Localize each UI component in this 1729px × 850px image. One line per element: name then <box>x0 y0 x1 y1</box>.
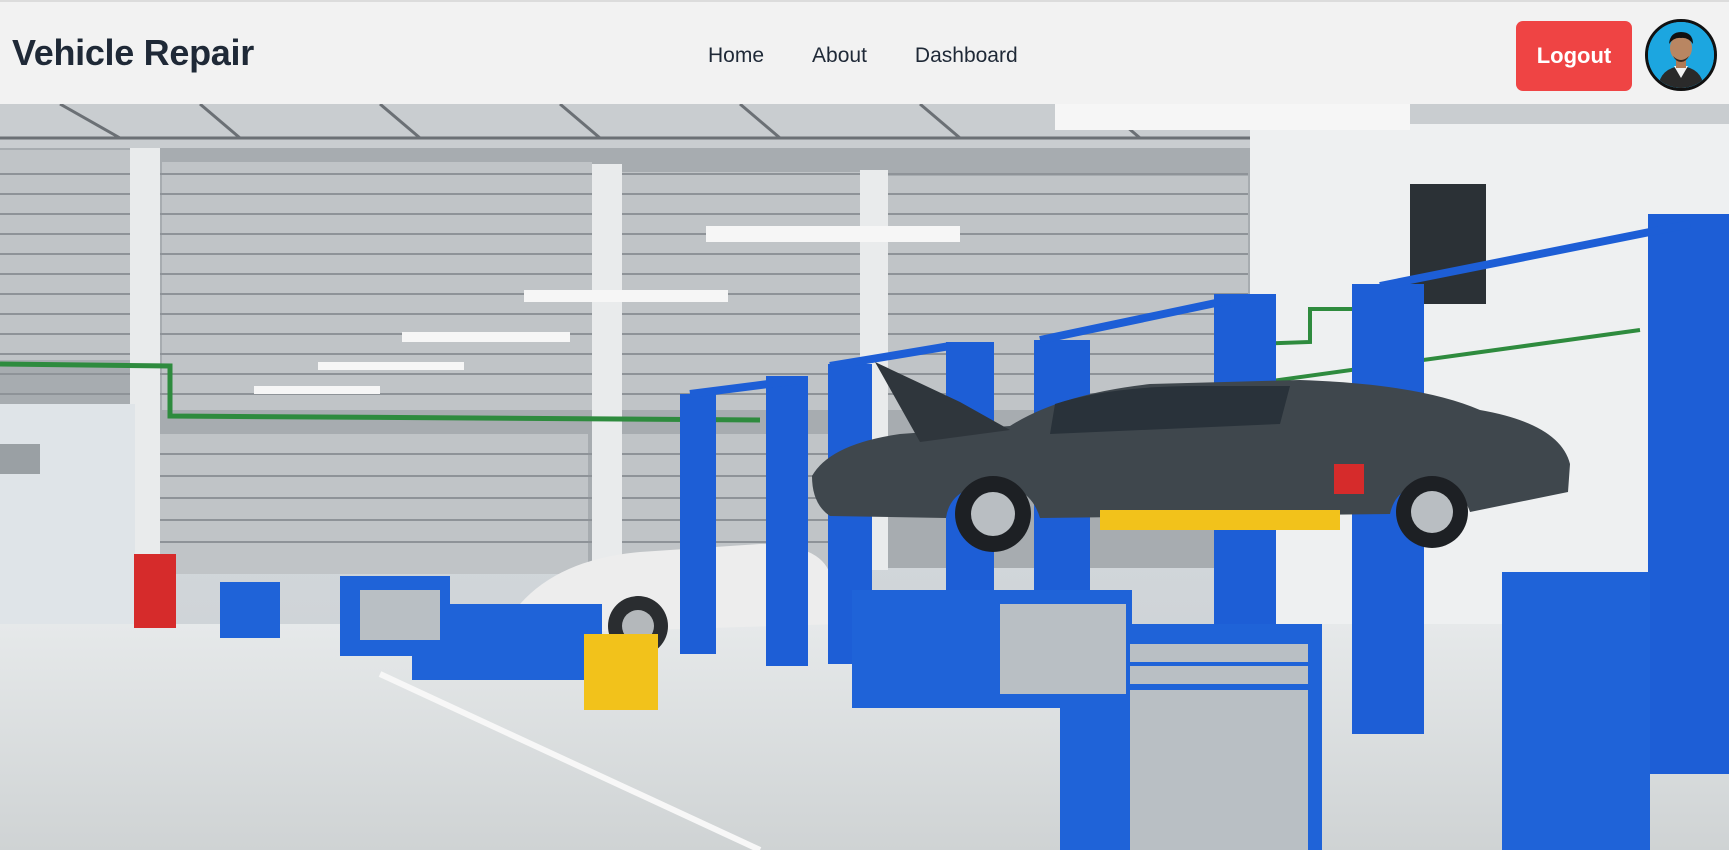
hero-image <box>0 104 1729 850</box>
avatar-photo-icon <box>1648 22 1714 88</box>
user-avatar[interactable] <box>1645 19 1717 91</box>
brand-title[interactable]: Vehicle Repair <box>12 32 254 74</box>
nav-link-about[interactable]: About <box>812 44 867 68</box>
repair-garage-photo-icon <box>0 104 1729 850</box>
nav-menu: Home About Dashboard <box>708 44 1066 68</box>
logout-button[interactable]: Logout <box>1516 21 1632 91</box>
nav-link-dashboard[interactable]: Dashboard <box>915 44 1018 68</box>
nav-link-home[interactable]: Home <box>708 44 764 68</box>
navbar: Vehicle Repair Home About Dashboard Logo… <box>0 0 1729 104</box>
